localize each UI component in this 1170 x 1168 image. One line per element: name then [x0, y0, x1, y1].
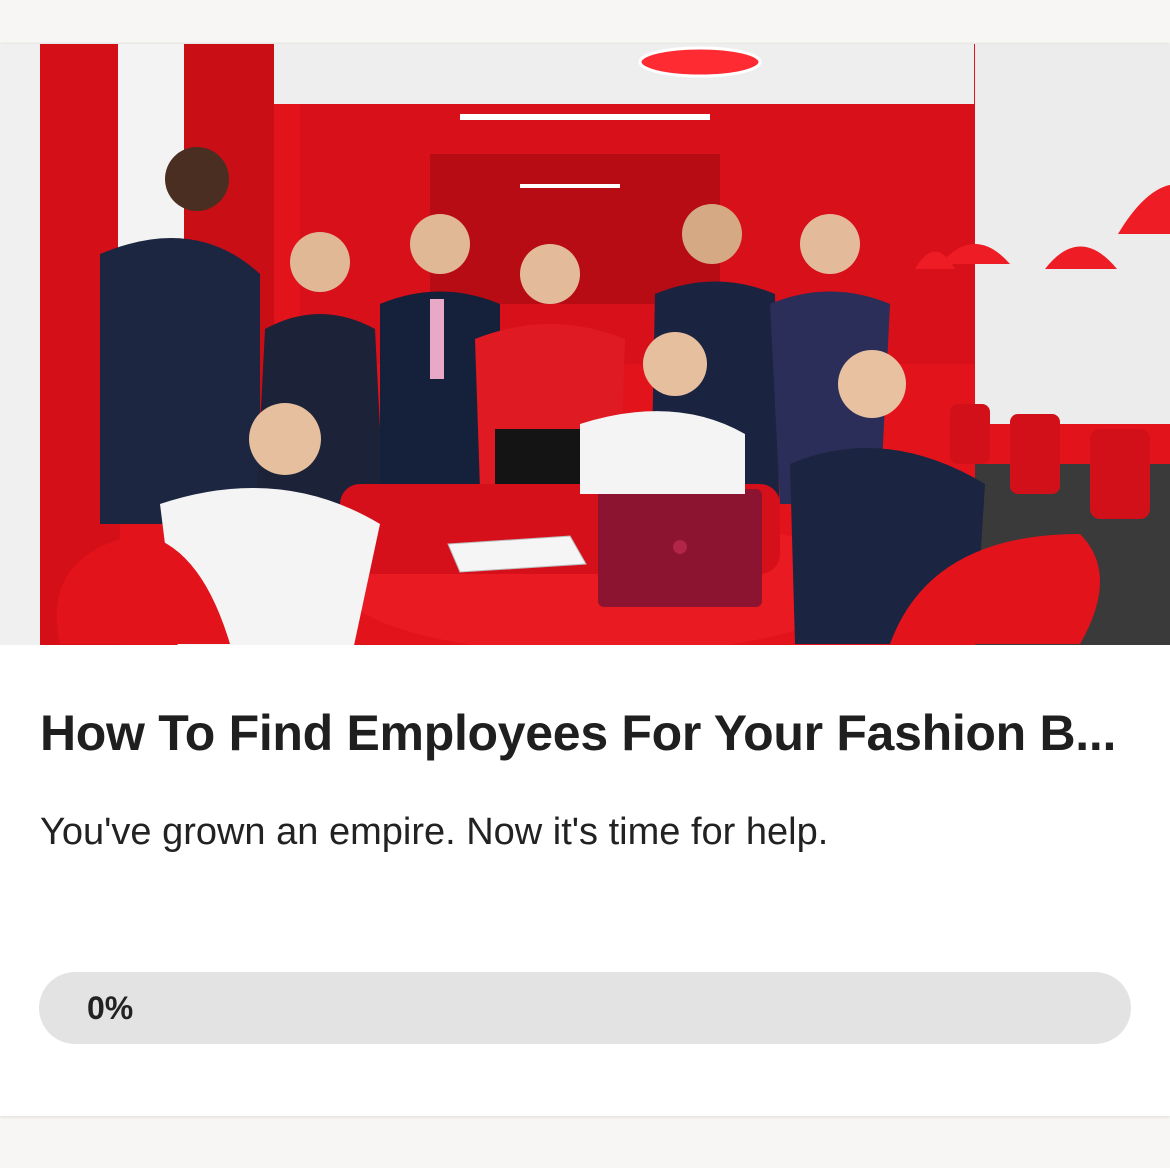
hero-image [0, 44, 1170, 645]
article-subtitle: You've grown an empire. Now it's time fo… [40, 811, 829, 853]
screen: How To Find Employees For Your Fashion B… [0, 0, 1170, 1168]
progress-label: 0% [87, 990, 134, 1026]
article-card[interactable]: How To Find Employees For Your Fashion B… [0, 44, 1170, 1116]
article-title[interactable]: How To Find Employees For Your Fashion B… [40, 703, 1130, 763]
progress-bar: 0% [39, 972, 1131, 1044]
